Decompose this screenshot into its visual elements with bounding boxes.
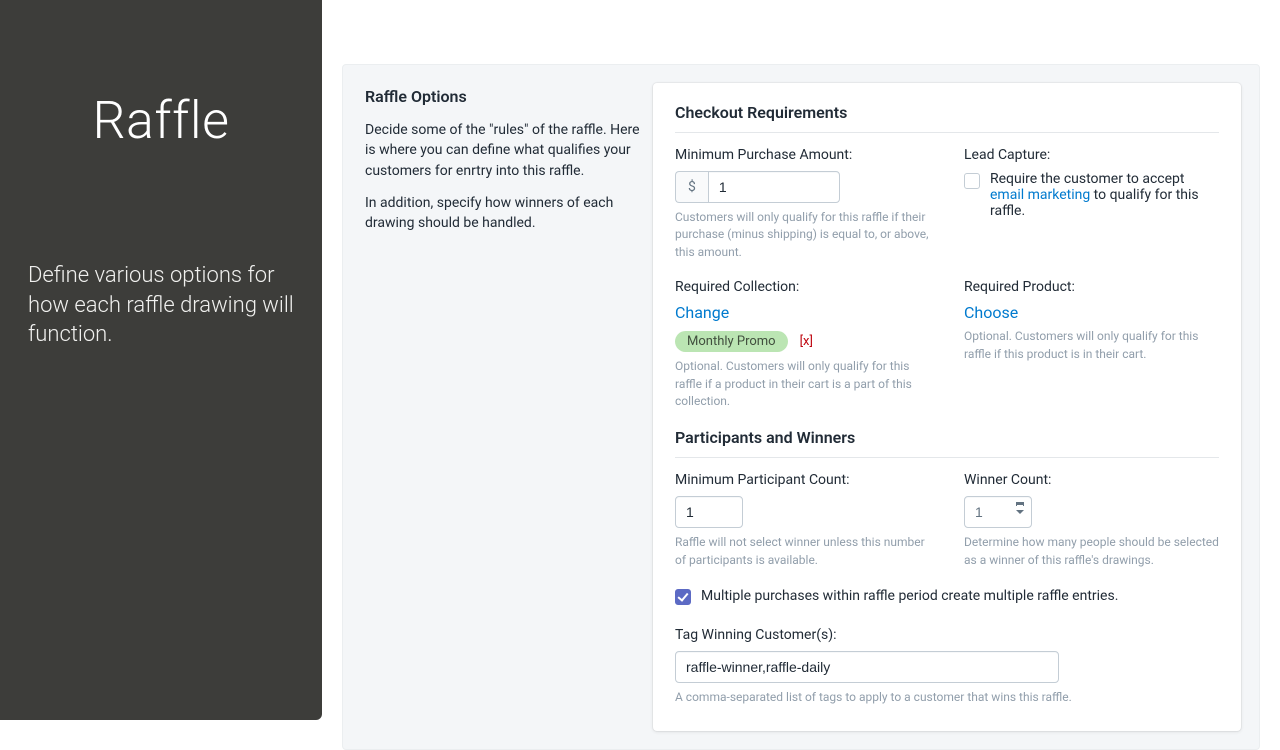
required-product-label: Required Product:	[964, 279, 1219, 295]
winner-count-label: Winner Count:	[964, 472, 1219, 488]
checkout-heading: Checkout Requirements	[675, 103, 1219, 133]
min-participant-label: Minimum Participant Count:	[675, 472, 930, 488]
min-participant-field: Minimum Participant Count: Raffle will n…	[675, 472, 930, 569]
explainer-heading: Raffle Options	[365, 87, 643, 106]
product-choose-link[interactable]: Choose	[964, 303, 1018, 322]
panel-explainer: Raffle Options Decide some of the "rules…	[343, 65, 653, 749]
participants-heading: Participants and Winners	[675, 428, 1219, 458]
required-collection-help: Optional. Customers will only qualify fo…	[675, 358, 930, 410]
winner-count-select[interactable]	[964, 496, 1032, 528]
min-participant-help: Raffle will not select winner unless thi…	[675, 534, 930, 569]
min-purchase-label: Minimum Purchase Amount:	[675, 147, 930, 163]
winner-count-help: Determine how many people should be sele…	[964, 534, 1219, 569]
min-participant-input[interactable]	[675, 496, 743, 528]
tag-winners-field: Tag Winning Customer(s): A comma-separat…	[675, 627, 1219, 706]
sidebar-title: Raffle	[28, 90, 294, 151]
required-collection-field: Required Collection: Change Monthly Prom…	[675, 279, 930, 410]
multi-entries-label: Multiple purchases within raffle period …	[701, 588, 1118, 604]
lead-capture-field: Lead Capture: Require the customer to ac…	[964, 147, 1219, 261]
sidebar-description: Define various options for how each raff…	[28, 261, 294, 350]
multi-entries-checkbox[interactable]	[675, 589, 691, 605]
tag-winners-input[interactable]	[675, 651, 1059, 683]
min-purchase-input[interactable]	[708, 171, 840, 203]
min-purchase-help: Customers will only qualify for this raf…	[675, 209, 930, 261]
collection-badge: Monthly Promo	[675, 331, 788, 352]
currency-addon: $	[675, 171, 708, 203]
tag-winners-label: Tag Winning Customer(s):	[675, 627, 1219, 643]
winner-count-value[interactable]	[964, 496, 1032, 528]
min-purchase-field: Minimum Purchase Amount: $ Customers wil…	[675, 147, 930, 261]
required-collection-label: Required Collection:	[675, 279, 930, 295]
required-product-field: Required Product: Choose Optional. Custo…	[964, 279, 1219, 410]
settings-card: Checkout Requirements Minimum Purchase A…	[653, 83, 1241, 731]
explainer-p2: In addition, specify how winners of each…	[365, 193, 643, 234]
raffle-sidebar: Raffle Define various options for how ea…	[0, 0, 322, 720]
tag-winners-help: A comma-separated list of tags to apply …	[675, 689, 1219, 706]
required-product-help: Optional. Customers will only qualify fo…	[964, 328, 1219, 363]
lead-capture-checkbox[interactable]	[964, 173, 980, 189]
settings-panel: Raffle Options Decide some of the "rules…	[342, 64, 1260, 750]
collection-remove-button[interactable]: [x]	[800, 334, 813, 349]
lead-capture-label: Lead Capture:	[964, 147, 1219, 163]
winner-count-field: Winner Count: Determine how many people …	[964, 472, 1219, 569]
email-marketing-link[interactable]: email marketing	[990, 187, 1090, 203]
lead-capture-text: Require the customer to accept email mar…	[990, 171, 1219, 219]
explainer-p1: Decide some of the "rules" of the raffle…	[365, 120, 643, 181]
collection-change-link[interactable]: Change	[675, 303, 729, 322]
main-area: Raffle Options Decide some of the "rules…	[322, 0, 1280, 720]
